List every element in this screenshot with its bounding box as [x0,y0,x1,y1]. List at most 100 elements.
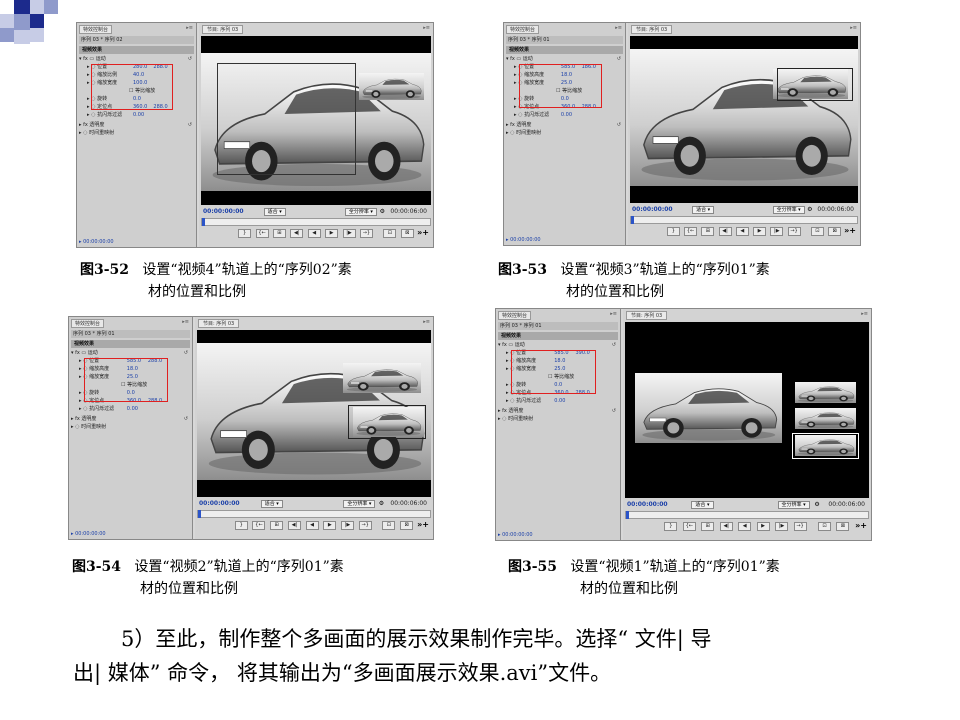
panel-menu-icon[interactable]: ▸≡ [861,311,868,317]
panel-menu-icon[interactable]: ▸≡ [615,25,622,31]
panel-menu-icon[interactable]: ▸≡ [423,25,430,31]
motion-row[interactable]: ▾ fx ▭ 运动 ↺ [498,342,618,349]
expand-icon[interactable]: ▸ ◌ [506,130,516,136]
play-button[interactable]: ◀ [738,522,752,531]
playhead[interactable] [198,510,201,518]
effect-controls-tab[interactable]: 特效控制台 [498,311,532,320]
go-to-out-button[interactable]: |▶ [342,229,356,238]
extract-button[interactable]: ⊠ [836,522,850,531]
resolution-dropdown[interactable]: 全分辨率 ▾ [772,206,805,214]
param-value-1[interactable]: 0.00 [561,112,572,119]
trim-button[interactable]: →} [358,521,372,530]
reset-icon[interactable]: ↺ [184,350,188,357]
resolution-dropdown[interactable]: 全分辨率 ▾ [344,208,377,216]
play-button[interactable]: ◀ [735,227,749,236]
time-remap-row[interactable]: ▸ ◌ 时间重映射 [71,424,190,431]
stopwatch-icon[interactable]: ▸ ◌ [87,112,97,118]
expand-icon[interactable]: ▸ ◌ [498,416,508,422]
play-button[interactable]: ◀ [307,229,321,238]
step-back-frame-button[interactable]: ⊞ [272,229,286,238]
lift-button[interactable]: ⊡ [383,229,397,238]
playhead[interactable] [626,511,629,519]
time-ruler[interactable] [201,218,431,226]
playhead[interactable] [202,218,205,226]
lift-button[interactable]: ⊡ [810,227,824,236]
fit-dropdown[interactable]: 适合 ▾ [692,206,715,214]
opacity-row[interactable]: ▸ fx 透明度 ↺ [71,416,190,423]
add-button-icon[interactable]: »+ [417,228,429,237]
mark-out-button[interactable]: } [666,227,680,236]
expand-icon[interactable]: ▸ ◌ [79,130,89,136]
reset-icon[interactable]: ↺ [612,408,616,415]
trim-button[interactable]: →} [359,229,373,238]
opacity-row[interactable]: ▸ fx 透明度 ↺ [498,408,618,415]
reset-icon[interactable]: ↺ [617,56,621,63]
param-value-1[interactable]: 0.00 [554,398,565,405]
current-timecode[interactable]: 00:00:00:00 [199,499,240,509]
step-back-button[interactable]: ◀| [719,522,733,531]
expand-icon[interactable]: ▸ fx [79,122,89,128]
time-remap-row[interactable]: ▸ ◌ 时间重映射 [79,130,194,137]
wrench-icon[interactable]: ⚙ [814,500,819,510]
lift-button[interactable]: ⊡ [382,521,396,530]
panel-menu-icon[interactable]: ▸≡ [182,319,189,325]
expand-icon[interactable]: ▸ fx [71,416,81,422]
step-back-button[interactable]: ◀| [718,227,732,236]
go-to-out-button[interactable]: |▶ [775,522,789,531]
selection-handles[interactable] [777,67,854,102]
step-forward-button[interactable]: ▶ [756,522,770,531]
effect-controls-tab[interactable]: 特效控制台 [79,25,113,34]
param-row-6[interactable]: ▸ ◌ 抗闪烁过滤 0.00 [498,398,618,405]
program-monitor-tab[interactable]: 节目: 序列 03 [202,25,244,34]
program-monitor-tab[interactable]: 节目: 序列 03 [198,319,240,328]
fit-dropdown[interactable]: 适合 ▾ [260,500,283,508]
step-back-button[interactable]: ◀| [290,229,304,238]
go-to-out-button[interactable]: |▶ [770,227,784,236]
playhead[interactable] [631,216,634,224]
resolution-dropdown[interactable]: 全分辨率 ▾ [777,501,810,509]
selection-handles[interactable] [217,63,357,175]
stopwatch-icon[interactable]: ▸ ◌ [506,398,516,404]
extract-button[interactable]: ⊠ [400,229,414,238]
reset-icon[interactable]: ↺ [188,56,192,63]
param-row-6[interactable]: ▸ ◌ 抗闪烁过滤 0.00 [506,112,623,119]
reset-icon[interactable]: ↺ [188,122,192,129]
resolution-dropdown[interactable]: 全分辨率 ▾ [343,500,376,508]
panel-menu-icon[interactable]: ▸≡ [186,25,193,31]
step-forward-button[interactable]: ▶ [323,521,337,530]
time-ruler[interactable] [625,511,869,519]
mark-out-button[interactable]: } [664,522,678,531]
trim-button[interactable]: →} [793,522,807,531]
step-forward-button[interactable]: ▶ [753,227,767,236]
time-remap-row[interactable]: ▸ ◌ 时间重映射 [498,416,618,423]
add-button-icon[interactable]: »+ [417,520,429,529]
time-ruler[interactable] [630,216,858,224]
effect-controls-tab[interactable]: 特效控制台 [506,25,540,34]
stopwatch-icon[interactable]: ▸ ◌ [514,112,524,118]
step-forward-button[interactable]: ▶ [325,229,339,238]
step-back-frame-button[interactable]: ⊞ [270,521,284,530]
expand-icon[interactable]: ▸ ◌ [71,424,81,430]
wrench-icon[interactable]: ⚙ [379,499,384,509]
panel-menu-icon[interactable]: ▸≡ [610,311,617,317]
mark-out-button[interactable]: } [238,229,252,238]
param-row-6[interactable]: ▸ ◌ 抗闪烁过滤 0.00 [71,406,190,413]
expand-icon[interactable]: ▸ fx [498,408,508,414]
current-timecode[interactable]: 00:00:00:00 [632,205,673,215]
program-monitor-tab[interactable]: 节目: 序列 03 [626,311,668,320]
motion-row[interactable]: ▾ fx ▭ 运动 ↺ [71,350,190,357]
add-button-icon[interactable]: »+ [844,226,856,235]
extract-button[interactable]: ⊠ [828,227,842,236]
trim-button[interactable]: →} [787,227,801,236]
mark-out-button[interactable]: } [234,521,248,530]
motion-row[interactable]: ▾ fx ▭ 运动 ↺ [506,56,623,63]
add-button-icon[interactable]: »+ [855,521,867,530]
go-to-out-button[interactable]: |▶ [340,521,354,530]
step-back-button[interactable]: ◀| [287,521,301,530]
go-to-in-button[interactable]: {← [252,521,266,530]
expand-icon[interactable]: ▸ fx [506,122,516,128]
current-timecode[interactable]: 00:00:00:00 [627,500,668,510]
step-back-frame-button[interactable]: ⊞ [701,227,715,236]
param-value-1[interactable]: 0.00 [127,406,138,413]
panel-menu-icon[interactable]: ▸≡ [850,25,857,31]
